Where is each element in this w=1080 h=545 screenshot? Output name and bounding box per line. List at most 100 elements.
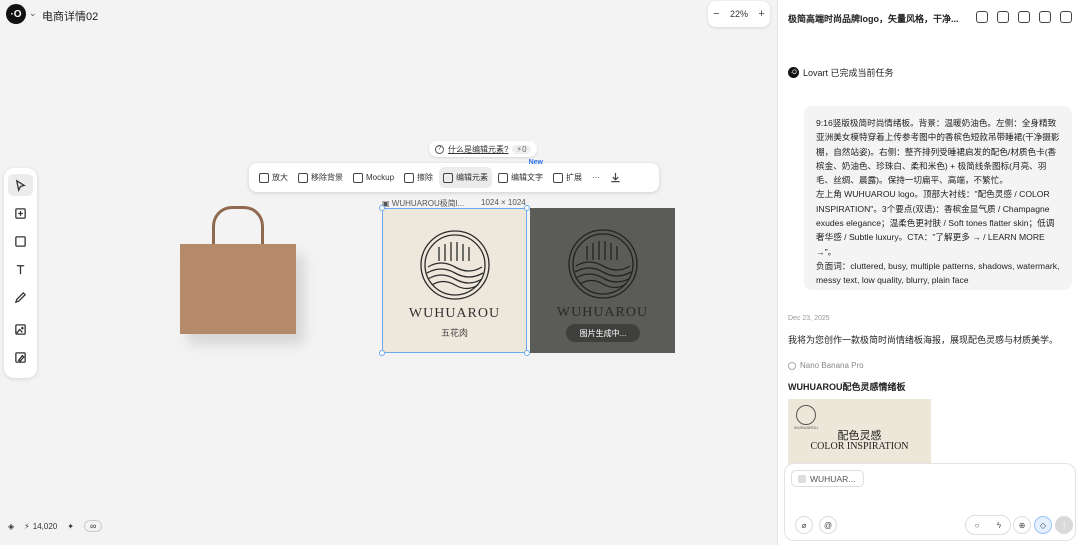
- logo-image-selected[interactable]: WUHUAROU 五花肉: [382, 208, 527, 353]
- resize-handle-tl[interactable]: [379, 205, 385, 211]
- hint-text[interactable]: 什么是编辑元素?: [448, 144, 508, 155]
- pin-icon[interactable]: ✦: [67, 522, 74, 531]
- chevron-down-icon[interactable]: ⌄: [29, 8, 37, 19]
- thumb-title-en: COLOR INSPIRATION: [810, 441, 909, 452]
- prompt-line: 负面词：cluttered, busy, multiple patterns, …: [816, 260, 1060, 286]
- layers-icon[interactable]: ◈: [8, 522, 14, 531]
- model-select-icon[interactable]: ◇: [1034, 516, 1052, 534]
- edit-elements-button[interactable]: 编辑元素: [439, 167, 493, 188]
- chat-panel: 极简高端时尚品牌logo，矢量风格，干净... ·O Lovart 已完成当前任…: [777, 0, 1080, 545]
- zoom-control: − 22% +: [708, 1, 770, 27]
- image-edit-icon[interactable]: [8, 346, 33, 368]
- model-name: Nano Banana Pro: [800, 361, 864, 370]
- edit-text-icon: [498, 172, 509, 183]
- zoom-out-button[interactable]: −: [713, 8, 719, 20]
- brand-emblem-icon: [419, 230, 490, 300]
- remove-bg-icon: [298, 172, 308, 183]
- prompt-line: 9:16竖版极简时尚情绪板。背景：温暖奶油色。左侧：全身精致亚洲美女模特穿着上传…: [816, 118, 1060, 186]
- expand-label: 扩展: [566, 173, 583, 182]
- brand-chinese-name: 五花肉: [440, 329, 468, 339]
- edit-elements-label: 编辑元素: [456, 173, 489, 182]
- infinity-button[interactable]: ∞: [83, 520, 103, 532]
- image-icon: [798, 474, 806, 483]
- project-title[interactable]: 电商详情02: [42, 8, 98, 24]
- generating-image[interactable]: WUHUAROU 图片生成中...: [530, 208, 675, 353]
- mockup-label: Mockup: [366, 173, 395, 182]
- lovart-logo[interactable]: ·O: [6, 4, 26, 24]
- edit-elements-icon: [443, 172, 454, 183]
- resize-handle-bl[interactable]: [379, 350, 385, 356]
- edit-text-button[interactable]: New 编辑文字: [494, 159, 547, 188]
- text-icon[interactable]: [8, 258, 33, 280]
- upscale-button[interactable]: 放大: [255, 167, 292, 188]
- prompt-line: 左上角 WUHUAROU logo。顶部大衬线："配色灵感 / COLOR IN…: [816, 189, 1055, 257]
- download-icon[interactable]: [606, 167, 625, 188]
- brand-name: WUHUAROU: [408, 306, 501, 321]
- image-upload-icon[interactable]: [8, 318, 33, 340]
- canvas[interactable]: ·O ⌄ 电商详情02 − 22% + ? 什么是编辑元素? ⚡0 放大 移除背…: [0, 0, 777, 545]
- left-toolbar: [4, 168, 37, 378]
- chat-composer[interactable]: WUHUAR... ⌀ @ ○ ϟ ⊕ ◇ ↑: [784, 463, 1076, 541]
- image-name: WUHUAROU极简l...: [391, 199, 465, 208]
- erase-button[interactable]: 擦除: [400, 167, 437, 188]
- add-frame-icon[interactable]: [8, 202, 33, 224]
- pen-icon[interactable]: [8, 286, 33, 308]
- share-icon[interactable]: [1018, 11, 1030, 23]
- mention-icon[interactable]: @: [819, 516, 837, 534]
- message-date: Dec 23, 2025: [788, 315, 830, 322]
- attach-icon[interactable]: ⌀: [795, 516, 813, 534]
- send-button[interactable]: ↑: [1055, 516, 1073, 534]
- more-button[interactable]: ···: [588, 167, 604, 188]
- bag-body: [180, 244, 296, 334]
- task-status: ·O Lovart 已完成当前任务: [788, 66, 894, 79]
- credits-value: 14,020: [32, 521, 58, 531]
- expand-button[interactable]: 扩展: [549, 167, 586, 188]
- fast-mode-icon[interactable]: ϟ: [990, 516, 1008, 534]
- generating-status: 图片生成中...: [566, 324, 640, 342]
- chat-header-actions: [976, 11, 1072, 23]
- chip-label: WUHUAR...: [810, 473, 856, 484]
- credits[interactable]: ⚡ 14,020: [24, 522, 57, 531]
- mockup-icon: [353, 172, 363, 183]
- expand-icon: [553, 172, 564, 183]
- collapse-icon[interactable]: [1060, 11, 1072, 23]
- idea-icon[interactable]: ○: [968, 516, 986, 534]
- settings-icon[interactable]: [997, 11, 1009, 23]
- question-icon: ?: [435, 144, 444, 154]
- hd-icon: [259, 172, 269, 183]
- lovart-avatar: ·O: [788, 67, 799, 78]
- task-status-text: Lovart 已完成当前任务: [803, 68, 894, 78]
- new-badge: New: [528, 159, 544, 166]
- eraser-icon: [404, 172, 415, 183]
- top-bar: ·O ⌄ 电商详情02 − 22% +: [0, 0, 777, 30]
- edit-text-label: 编辑文字: [511, 173, 544, 182]
- history-icon[interactable]: [1039, 11, 1051, 23]
- chat-title[interactable]: 极简高端时尚品牌logo，矢量风格，干净...: [788, 12, 963, 25]
- image-action-toolbar: 放大 移除背景 Mockup 擦除 编辑元素 New 编辑文字 扩展 ···: [249, 159, 659, 192]
- erase-label: 擦除: [417, 173, 434, 182]
- upscale-label: 放大: [272, 173, 288, 182]
- brand-name: WUHUAROU: [556, 305, 649, 320]
- model-label: Nano Banana Pro: [788, 361, 864, 370]
- image-size-label: 1024 × 1024: [481, 198, 526, 207]
- rectangle-icon[interactable]: [8, 230, 33, 252]
- result-thumbnail[interactable]: WUHUAROU 配色灵感 COLOR INSPIRATION: [788, 399, 931, 465]
- brand-emblem-icon: [567, 229, 638, 299]
- remove-bg-button[interactable]: 移除背景: [294, 167, 347, 188]
- zoom-in-button[interactable]: +: [758, 8, 764, 20]
- result-title: WUHUAROU配色灵感情绪板: [788, 382, 906, 392]
- zoom-level[interactable]: 22%: [730, 9, 748, 19]
- remove-bg-label: 移除背景: [311, 173, 343, 182]
- mockup-button[interactable]: Mockup: [349, 167, 398, 188]
- new-chat-icon[interactable]: [976, 11, 988, 23]
- cursor-icon[interactable]: [8, 174, 33, 196]
- model-icon: [788, 361, 796, 370]
- hint-cost: ⚡0: [512, 144, 531, 154]
- assistant-reply: 我将为您创作一款极简时尚情绪板海报，展现配色灵感与材质美学。: [788, 335, 1059, 345]
- globe-icon[interactable]: ⊕: [1013, 516, 1031, 534]
- attached-image-chip[interactable]: WUHUAR...: [791, 470, 865, 487]
- what-is-edit-elements-hint[interactable]: ? 什么是编辑元素? ⚡0: [429, 141, 537, 157]
- user-prompt-bubble: 9:16竖版极简时尚情绪板。背景：温暖奶油色。左侧：全身精致亚洲美女模特穿着上传…: [804, 106, 1072, 290]
- bottom-status-bar: ◈ ⚡ 14,020 ✦ ∞: [8, 520, 103, 532]
- shopping-bag-image[interactable]: [180, 206, 298, 336]
